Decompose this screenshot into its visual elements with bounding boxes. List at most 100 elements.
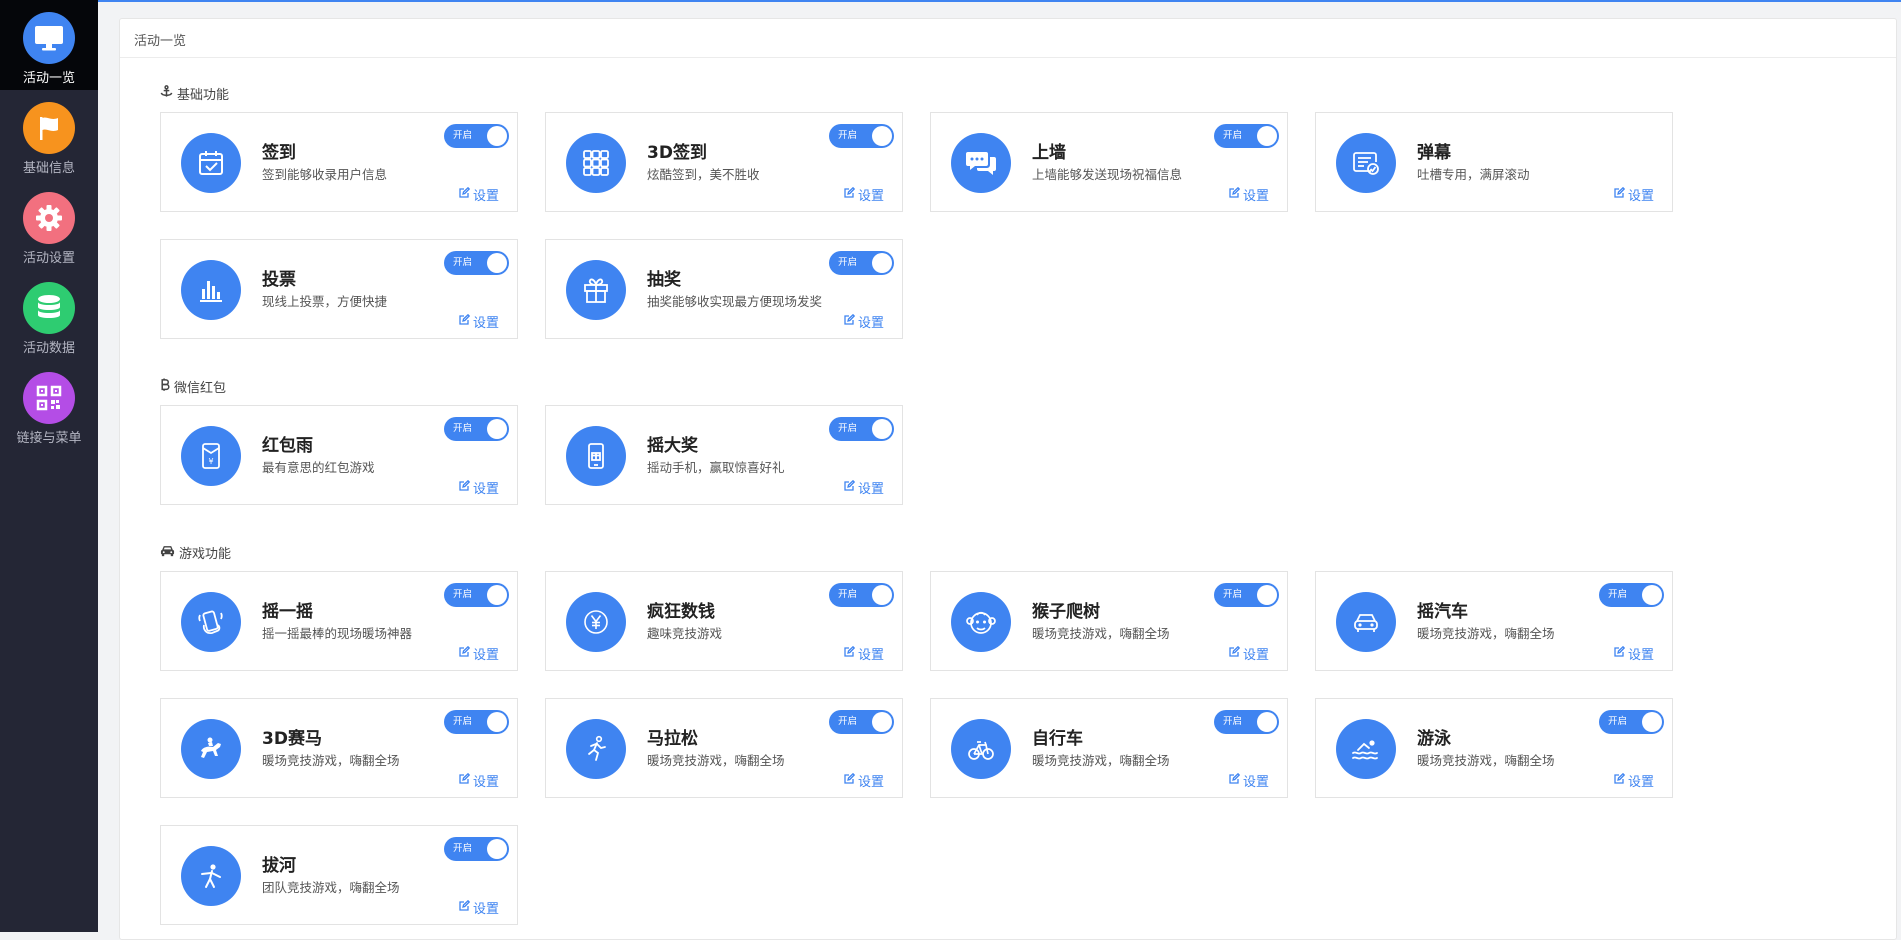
sidebar-item-links-menu[interactable]: 链接与菜单 <box>0 360 98 450</box>
tug-of-war-icon <box>181 846 241 906</box>
sidebar-item-label: 活动一览 <box>22 71 75 86</box>
runner-icon <box>566 719 626 779</box>
card-title: 投票 <box>262 270 296 290</box>
card-title: 红包雨 <box>262 436 313 456</box>
card-description: 暖场竞技游戏，嗨翻全场 <box>1032 626 1170 641</box>
settings-link[interactable]: 设置 <box>1228 771 1269 790</box>
main-panel: 活动一览 基础功能 签到 签到能够收录用户信息 开启 设置 3D签到 炫酷签到，… <box>119 18 1897 940</box>
enable-toggle[interactable]: 开启 <box>1599 583 1664 607</box>
toggle-label: 开启 <box>1608 716 1628 727</box>
toggle-knob <box>1642 712 1662 732</box>
enable-toggle[interactable]: 开启 <box>1214 583 1279 607</box>
enable-toggle[interactable]: 开启 <box>444 124 509 148</box>
settings-link[interactable]: 设置 <box>843 478 884 497</box>
settings-link[interactable]: 设置 <box>1613 644 1654 663</box>
feature-card-swimming: 游泳 暖场竞技游戏，嗨翻全场 开启 设置 <box>1315 698 1673 798</box>
toggle-knob <box>487 126 507 146</box>
enable-toggle[interactable]: 开启 <box>829 251 894 275</box>
yen-coin-icon <box>566 592 626 652</box>
settings-label: 设置 <box>473 902 500 917</box>
card-description: 趣味竞技游戏 <box>647 626 723 641</box>
settings-link[interactable]: 设置 <box>843 771 884 790</box>
section-title-basic: 基础功能 <box>160 84 229 103</box>
settings-label: 设置 <box>858 482 885 497</box>
database-icon <box>23 282 75 334</box>
settings-label: 设置 <box>858 316 885 331</box>
settings-link[interactable]: 设置 <box>458 898 499 917</box>
feature-card-sign-in: 签到 签到能够收录用户信息 开启 设置 <box>160 112 518 212</box>
toggle-label: 开启 <box>453 589 473 600</box>
settings-link[interactable]: 设置 <box>843 312 884 331</box>
settings-label: 设置 <box>473 189 500 204</box>
flag-icon <box>23 102 75 154</box>
enable-toggle[interactable]: 开启 <box>444 251 509 275</box>
sidebar-item-basic-info[interactable]: 基础信息 <box>0 90 98 180</box>
toggle-label: 开启 <box>1223 589 1243 600</box>
toggle-knob <box>872 585 892 605</box>
sidebar-item-label: 活动设置 <box>22 251 75 266</box>
feature-card-monkey-climb: 猴子爬树 暖场竞技游戏，嗨翻全场 开启 设置 <box>930 571 1288 671</box>
danmaku-icon <box>1336 133 1396 193</box>
enable-toggle[interactable]: 开启 <box>829 583 894 607</box>
settings-link[interactable]: 设置 <box>1613 185 1654 204</box>
edit-icon <box>458 899 471 916</box>
edit-icon <box>458 645 471 662</box>
settings-link[interactable]: 设置 <box>1228 185 1269 204</box>
enable-toggle[interactable]: 开启 <box>829 124 894 148</box>
sidebar-item-activity-data[interactable]: 活动数据 <box>0 270 98 360</box>
qrcode-icon <box>23 372 75 424</box>
edit-icon <box>843 186 856 203</box>
settings-link[interactable]: 设置 <box>458 478 499 497</box>
settings-link[interactable]: 设置 <box>458 312 499 331</box>
card-title: 3D赛马 <box>262 729 322 749</box>
toggle-knob <box>872 126 892 146</box>
svg-text:¥: ¥ <box>208 457 213 466</box>
gear-icon <box>23 192 75 244</box>
toggle-knob <box>872 253 892 273</box>
toggle-label: 开启 <box>838 716 858 727</box>
settings-label: 设置 <box>1628 189 1655 204</box>
card-description: 现线上投票，方便快捷 <box>262 294 388 309</box>
card-description: 暖场竞技游戏，嗨翻全场 <box>1417 753 1555 768</box>
section-title-text: 微信红包 <box>174 381 227 396</box>
toggle-label: 开启 <box>838 589 858 600</box>
settings-link[interactable]: 设置 <box>1613 771 1654 790</box>
sidebar-item-label: 基础信息 <box>22 161 75 176</box>
enable-toggle[interactable]: 开启 <box>444 837 509 861</box>
toggle-knob <box>487 585 507 605</box>
sidebar: 活动一览 基础信息 活动设置 活动数据 链接与菜单 <box>0 0 98 932</box>
page-title: 活动一览 <box>134 34 187 49</box>
settings-link[interactable]: 设置 <box>458 644 499 663</box>
settings-link[interactable]: 设置 <box>458 185 499 204</box>
settings-link[interactable]: 设置 <box>843 185 884 204</box>
anchor-icon <box>160 85 173 102</box>
enable-toggle[interactable]: 开启 <box>1214 710 1279 734</box>
settings-link[interactable]: 设置 <box>458 771 499 790</box>
sidebar-item-activity-settings[interactable]: 活动设置 <box>0 180 98 270</box>
phone-gift-icon <box>566 426 626 486</box>
settings-link[interactable]: 设置 <box>843 644 884 663</box>
enable-toggle[interactable]: 开启 <box>444 417 509 441</box>
card-title: 3D签到 <box>647 143 707 163</box>
card-title: 弹幕 <box>1417 143 1451 163</box>
card-title: 猴子爬树 <box>1032 602 1100 622</box>
edit-icon <box>1613 772 1626 789</box>
sidebar-item-activity-overview[interactable]: 活动一览 <box>0 0 98 90</box>
edit-icon <box>1228 645 1241 662</box>
feature-card-vote: 投票 现线上投票，方便快捷 开启 设置 <box>160 239 518 339</box>
card-title: 摇大奖 <box>647 436 698 456</box>
enable-toggle[interactable]: 开启 <box>444 710 509 734</box>
settings-link[interactable]: 设置 <box>1228 644 1269 663</box>
enable-toggle[interactable]: 开启 <box>1214 124 1279 148</box>
monitor-icon <box>23 12 75 64</box>
card-description: 吐槽专用，满屏滚动 <box>1417 167 1530 182</box>
enable-toggle[interactable]: 开启 <box>829 710 894 734</box>
enable-toggle[interactable]: 开启 <box>444 583 509 607</box>
card-title: 自行车 <box>1032 729 1083 749</box>
card-description: 上墙能够发送现场祝福信息 <box>1032 167 1183 182</box>
feature-card-bicycle: 自行车 暖场竞技游戏，嗨翻全场 开启 设置 <box>930 698 1288 798</box>
settings-label: 设置 <box>473 775 500 790</box>
enable-toggle[interactable]: 开启 <box>1599 710 1664 734</box>
card-title: 摇一摇 <box>262 602 313 622</box>
enable-toggle[interactable]: 开启 <box>829 417 894 441</box>
